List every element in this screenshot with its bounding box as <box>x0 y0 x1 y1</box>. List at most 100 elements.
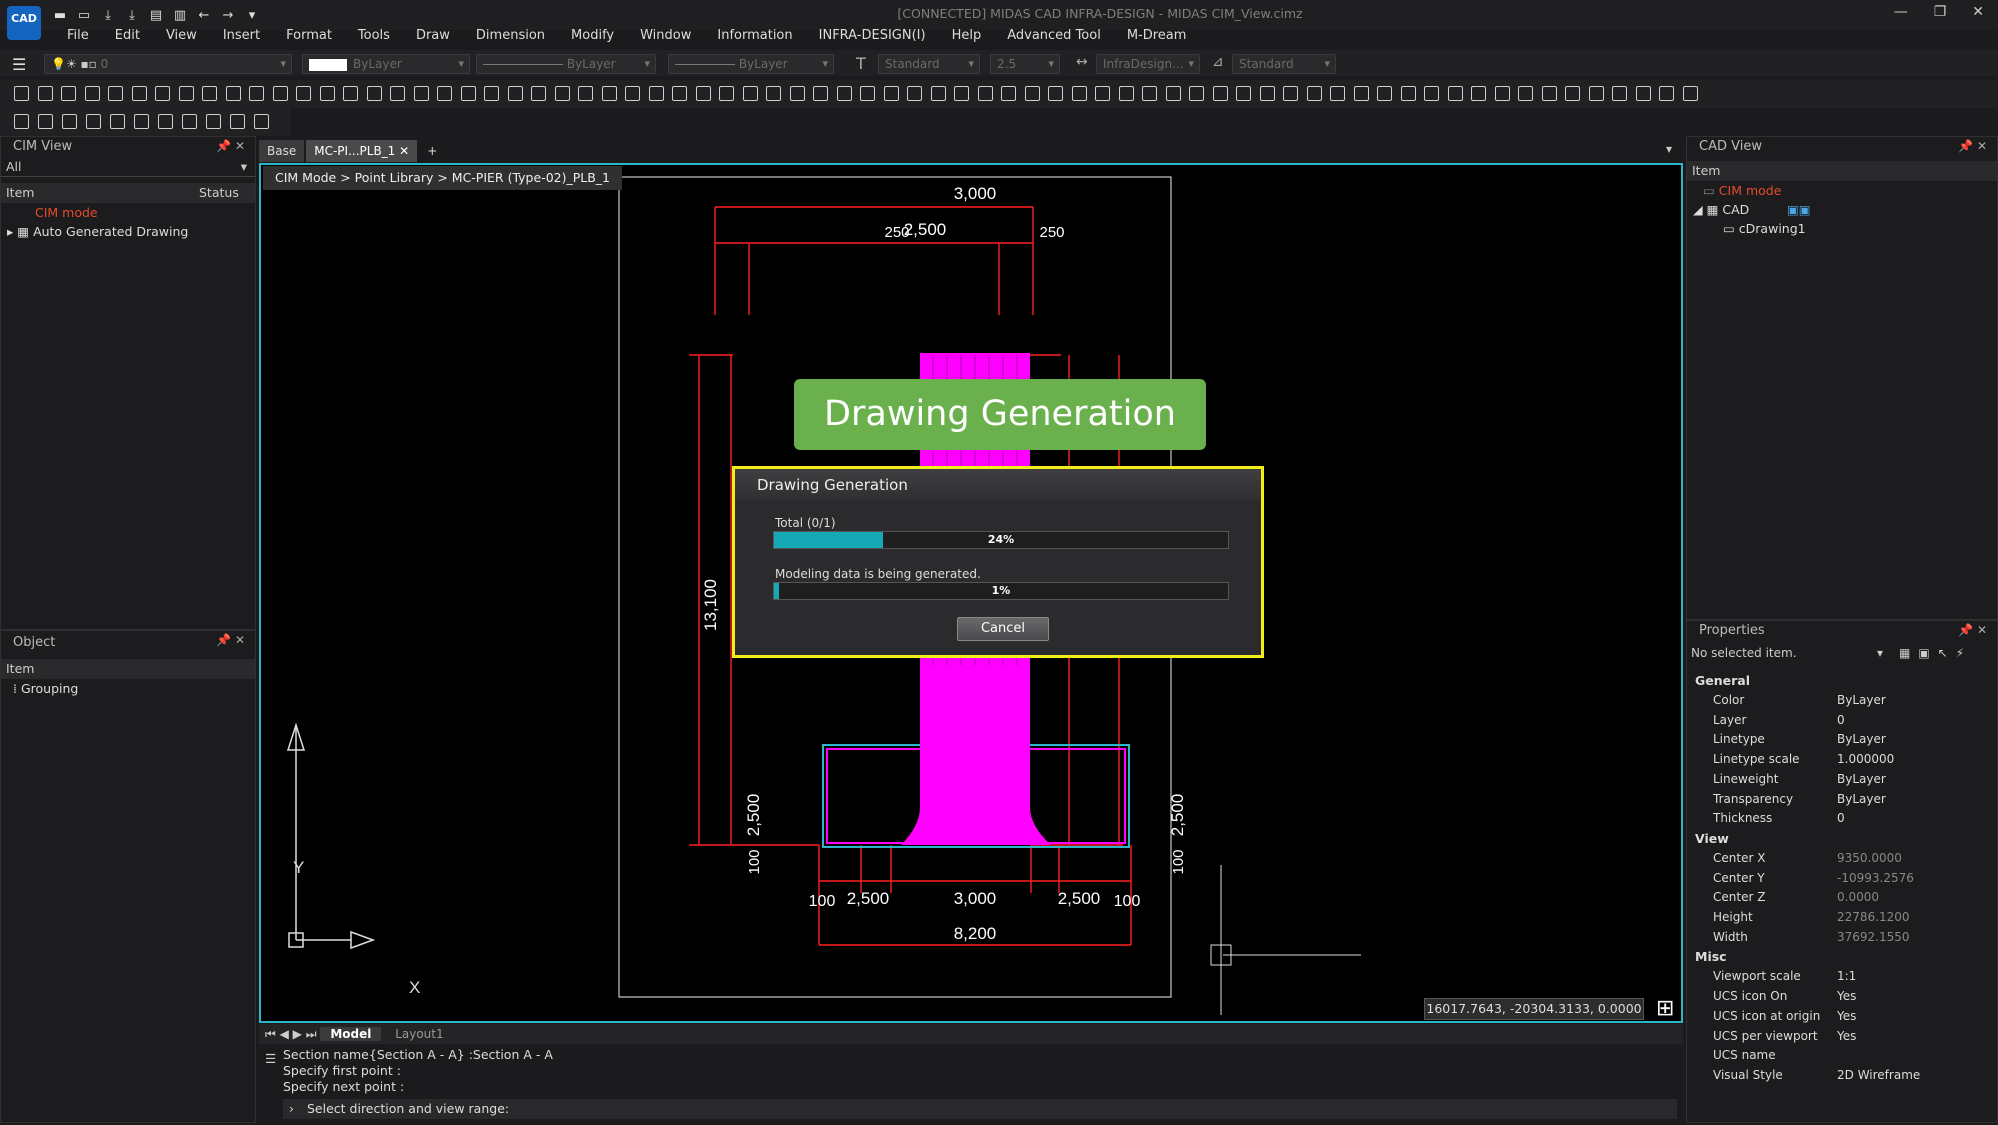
tool-icon[interactable] <box>1612 86 1627 101</box>
view-mode-icons[interactable]: ▣▣ <box>1787 200 1811 219</box>
prop-value[interactable]: 0 <box>1837 713 1845 727</box>
tool-icon[interactable] <box>366 86 382 101</box>
tree-item-cad[interactable]: ◢ ▦ CAD ▣▣ <box>1687 200 1997 219</box>
color-select[interactable]: ByLayer <box>302 54 470 74</box>
tab-model[interactable]: Model <box>320 1027 382 1041</box>
tool-icon[interactable] <box>554 86 570 101</box>
tab-pier[interactable]: MC-PI...PLB_1 ✕ <box>306 140 418 162</box>
tab-list-icon[interactable]: ▾ <box>1666 142 1672 156</box>
tool-icon[interactable] <box>319 86 335 101</box>
tool-icon[interactable] <box>860 86 875 101</box>
tool-icon[interactable] <box>1541 86 1557 101</box>
menu-item-window[interactable]: Window <box>627 28 704 48</box>
cim-filter-select[interactable]: All ▾ <box>1 157 255 177</box>
menu-item-advanced-tool[interactable]: Advanced Tool <box>994 28 1114 48</box>
prop-value[interactable]: ByLayer <box>1837 772 1886 786</box>
tool-icon[interactable] <box>1283 86 1298 101</box>
pin-close-icons[interactable]: 📌 ✕ <box>216 633 245 647</box>
tool-icon[interactable] <box>507 86 523 101</box>
menu-item-dimension[interactable]: Dimension <box>463 28 558 48</box>
prop-value[interactable]: 2D Wireframe <box>1837 1068 1920 1082</box>
tool-icon[interactable] <box>460 86 476 101</box>
tool-icon[interactable] <box>225 86 241 101</box>
tool-icon[interactable] <box>954 86 969 101</box>
tool-icon[interactable] <box>413 86 429 101</box>
tool-icon[interactable] <box>1635 86 1651 101</box>
tool-icon[interactable] <box>108 86 123 101</box>
prop-value[interactable]: 1.000000 <box>1837 752 1894 766</box>
pin-close-icons[interactable]: 📌 ✕ <box>216 139 245 153</box>
tool-icon[interactable] <box>695 86 711 101</box>
table-style-select[interactable]: Standard <box>1232 54 1336 74</box>
tool-icon[interactable] <box>134 114 149 129</box>
prop-value[interactable]: 37692.1550 <box>1837 930 1910 944</box>
prop-value[interactable]: 0.0000 <box>1837 890 1879 904</box>
menu-item-file[interactable]: File <box>54 28 102 48</box>
close-icon[interactable]: ✕ <box>1972 4 1984 20</box>
tool-icon[interactable] <box>131 86 147 101</box>
tool-icon[interactable] <box>601 86 617 101</box>
restore-icon[interactable]: ❐ <box>1934 4 1947 20</box>
menu-item-edit[interactable]: Edit <box>102 28 153 48</box>
tool-icon[interactable] <box>1353 86 1369 101</box>
tab-layout1[interactable]: Layout1 <box>385 1027 453 1041</box>
save-icon[interactable]: ⤓ <box>100 8 116 23</box>
tree-item-cim-mode[interactable]: CIM mode <box>1 203 255 222</box>
tool-icon[interactable] <box>202 86 217 101</box>
tool-icon[interactable] <box>14 114 29 129</box>
menu-item-modify[interactable]: Modify <box>558 28 627 48</box>
tool-icon[interactable] <box>578 86 593 101</box>
tool-icon[interactable] <box>1048 86 1063 101</box>
prop-value[interactable]: ByLayer <box>1837 693 1886 707</box>
tool-icon[interactable] <box>907 86 922 101</box>
tool-icon[interactable] <box>14 86 29 101</box>
tree-item-cdrawing1[interactable]: ▭ cDrawing1 <box>1687 219 1997 238</box>
text-style-select[interactable]: Standard <box>878 54 980 74</box>
tool-icon[interactable] <box>390 86 405 101</box>
tool-icon[interactable] <box>484 86 499 101</box>
lineweight-select[interactable]: ByLayer <box>668 54 834 74</box>
tool-icon[interactable] <box>1212 86 1228 101</box>
tool-icon[interactable] <box>813 86 828 101</box>
tool-icon[interactable] <box>62 114 77 129</box>
tool-icon[interactable] <box>1306 86 1322 101</box>
menu-item-infra-design-i-[interactable]: INFRA-DESIGN(I) <box>806 28 939 48</box>
prop-value[interactable]: 0 <box>1837 811 1845 825</box>
prop-value[interactable]: Yes <box>1837 989 1856 1003</box>
tool-icon[interactable] <box>1377 86 1392 101</box>
section-header[interactable]: Misc <box>1695 949 1727 964</box>
tool-icon[interactable] <box>110 114 125 129</box>
prop-value[interactable]: Yes <box>1837 1009 1856 1023</box>
tool-icon[interactable] <box>531 86 546 101</box>
tool-icon[interactable] <box>672 86 687 101</box>
open-folder-icon[interactable]: ▭ <box>76 8 92 23</box>
tool-icon[interactable] <box>296 86 311 101</box>
tool-icon[interactable] <box>1447 86 1463 101</box>
tool-icon[interactable] <box>1071 86 1087 101</box>
redo-icon[interactable]: → <box>220 8 236 23</box>
tool-icon[interactable] <box>1236 86 1251 101</box>
tree-item-auto-drawing[interactable]: ▸ ▦ Auto Generated Drawing <box>1 222 255 241</box>
layer-select[interactable]: 💡☀ ▪▫ 0 <box>44 54 292 74</box>
tool-icon[interactable] <box>1565 86 1580 101</box>
tool-icon[interactable] <box>1471 86 1486 101</box>
tool-icon[interactable] <box>1494 86 1510 101</box>
tool-icon[interactable] <box>272 86 288 101</box>
tool-icon[interactable] <box>648 86 664 101</box>
linetype-select[interactable]: ByLayer <box>476 54 656 74</box>
tool-icon[interactable] <box>1330 86 1345 101</box>
tree-item-grouping[interactable]: ⁞ Grouping <box>1 679 255 698</box>
tree-item-cim-mode[interactable]: ▭ CIM mode <box>1687 181 1997 200</box>
tool-icon[interactable] <box>178 86 194 101</box>
minimize-icon[interactable]: — <box>1894 4 1908 20</box>
tool-icon[interactable] <box>61 86 76 101</box>
selection-tool-icons[interactable]: ▦▣↖⚡ <box>1899 643 1972 663</box>
tool-icon[interactable] <box>1424 86 1439 101</box>
dim-style-select[interactable]: InfraDesign... <box>1096 54 1200 74</box>
tool-icon[interactable] <box>158 114 173 129</box>
tool-icon[interactable] <box>206 114 221 129</box>
new-file-icon[interactable]: ▬ <box>52 8 68 23</box>
new-tab-button[interactable]: + <box>419 140 445 162</box>
menu-item-help[interactable]: Help <box>939 28 995 48</box>
tool-icon[interactable] <box>836 86 852 101</box>
